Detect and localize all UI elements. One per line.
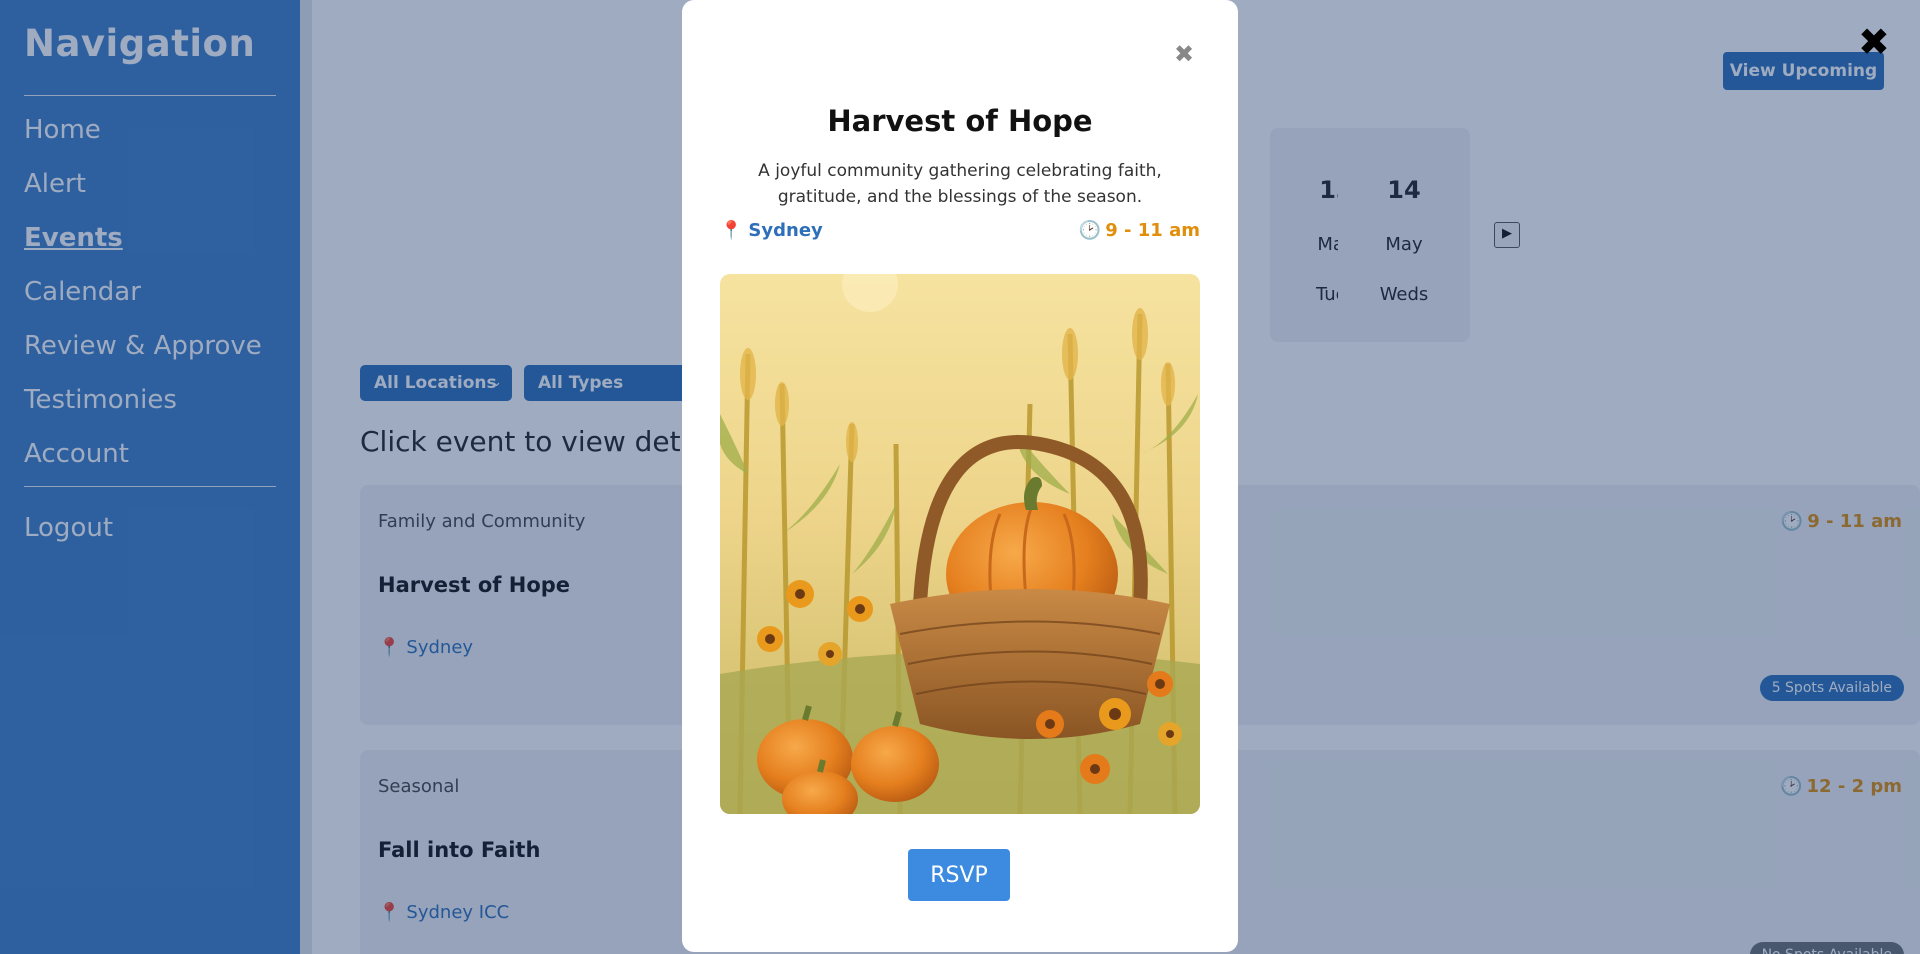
modal-location: 📍 Sydney (720, 220, 823, 241)
close-icon[interactable]: ✖ (1174, 40, 1194, 68)
modal-description: A joyful community gathering celebrating… (758, 161, 1162, 207)
rsvp-button[interactable]: RSVP (908, 849, 1010, 901)
clock-icon: 🕑 (1078, 220, 1102, 241)
modal-time: 🕑 9 - 11 am (1079, 220, 1200, 241)
modal-title: Harvest of Hope (827, 104, 1093, 138)
close-icon[interactable]: ✖ (1858, 22, 1890, 62)
modal-location-text: Sydney (748, 220, 823, 241)
modal-time-text: 9 - 11 am (1105, 220, 1200, 241)
event-image (720, 274, 1200, 814)
location-pin-icon: 📍 (720, 220, 743, 241)
event-detail-modal: ✖ Harvest of Hope A joyful community gat… (682, 0, 1238, 952)
